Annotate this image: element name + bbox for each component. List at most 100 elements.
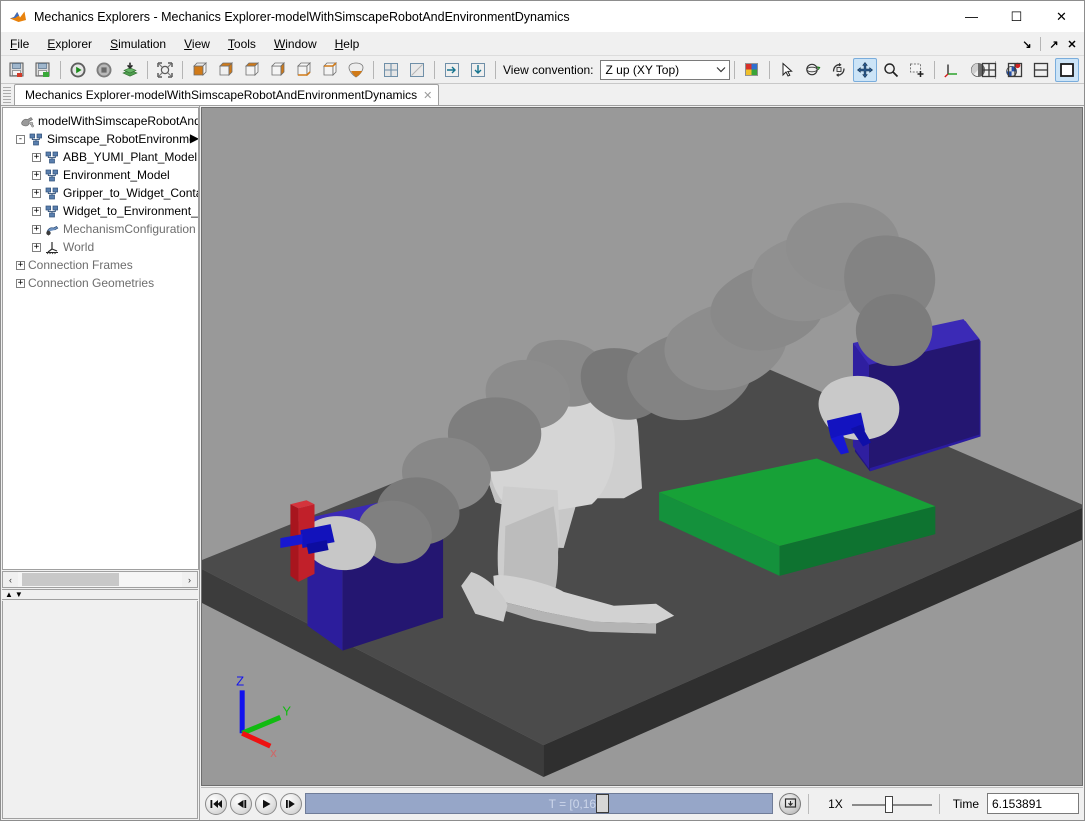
- layout-single-icon[interactable]: [1055, 58, 1079, 82]
- zoom-region-icon[interactable]: [905, 58, 929, 82]
- menu-view[interactable]: View: [175, 34, 219, 54]
- matlab-icon: [9, 8, 27, 26]
- view-front-icon[interactable]: [188, 58, 212, 82]
- properties-panel: [2, 601, 198, 819]
- time-slider[interactable]: T = [0,16]: [305, 793, 773, 814]
- close-icon[interactable]: ✕: [423, 89, 432, 102]
- stop-icon[interactable]: [92, 58, 116, 82]
- tree-expand-toggle[interactable]: +: [30, 223, 43, 236]
- update-diagram-icon[interactable]: [118, 58, 142, 82]
- scroll-right-icon[interactable]: ›: [182, 572, 197, 587]
- add-right-view-icon[interactable]: [440, 58, 464, 82]
- run-icon[interactable]: [66, 58, 90, 82]
- tree-expand-toggle[interactable]: +: [30, 169, 43, 182]
- select-pointer-icon[interactable]: [775, 58, 799, 82]
- toolbar-divider-6: [495, 61, 496, 79]
- tree-collapse-toggle[interactable]: -: [14, 133, 27, 146]
- pan-icon[interactable]: [853, 58, 877, 82]
- splitter-up-icon[interactable]: ▲: [5, 591, 13, 599]
- fit-to-view-icon[interactable]: [153, 58, 177, 82]
- rotate-icon[interactable]: [827, 58, 851, 82]
- mechanics-3d-viewport[interactable]: Z Y x: [201, 107, 1083, 786]
- menu-tools[interactable]: Tools: [219, 34, 265, 54]
- tree-node-world[interactable]: + World: [6, 238, 198, 256]
- tree-node-simscape-robotenvironment[interactable]: - Simscape_RobotEnvironmen: [6, 130, 198, 148]
- tree-expand-toggle[interactable]: +: [14, 259, 27, 272]
- minimize-button[interactable]: —: [949, 1, 994, 32]
- close-button[interactable]: ✕: [1039, 1, 1084, 32]
- time-slider-thumb[interactable]: [596, 794, 609, 813]
- toolbar-divider-9: [934, 61, 935, 79]
- tree-expand-toggle[interactable]: +: [30, 205, 43, 218]
- tree-node-widget-to-environment[interactable]: + Widget_to_Environment_: [6, 202, 198, 220]
- tree-node-mechanismconfiguration[interactable]: + MechanismConfiguration: [6, 220, 198, 238]
- view-left-icon[interactable]: [240, 58, 264, 82]
- view-convention-select[interactable]: Z up (XY Top): [600, 60, 730, 80]
- tree-node-connection-frames[interactable]: + Connection Frames: [6, 256, 198, 274]
- time-input[interactable]: 6.153891: [987, 793, 1079, 814]
- undock-icon[interactable]: ↗: [1046, 34, 1062, 54]
- scroll-left-icon[interactable]: ‹: [3, 572, 18, 587]
- layout-vertical-split-icon[interactable]: [1003, 58, 1027, 82]
- tree-expand-toggle[interactable]: +: [30, 151, 43, 164]
- view-bottom-icon[interactable]: [318, 58, 342, 82]
- tree-expander-glyph: +: [16, 279, 25, 288]
- menu-help[interactable]: Help: [326, 34, 369, 54]
- add-bottom-view-icon[interactable]: [466, 58, 490, 82]
- jump-to-start-button[interactable]: [205, 793, 227, 815]
- color-palette-icon[interactable]: [740, 58, 764, 82]
- tree-node-model[interactable]: modelWithSimscapeRobotAndE: [6, 112, 198, 130]
- tree-overflow-arrow[interactable]: ▶: [191, 132, 198, 144]
- model-tree-panel[interactable]: modelWithSimscapeRobotAndE -: [2, 107, 199, 570]
- scrollbar-thumb[interactable]: [22, 573, 119, 586]
- restore-down-icon[interactable]: ↘: [1019, 34, 1035, 54]
- model-icon: [19, 113, 35, 129]
- tab-mechanics-explorer[interactable]: Mechanics Explorer-modelWithSimscapeRobo…: [14, 84, 439, 105]
- speed-slider[interactable]: [852, 794, 932, 814]
- tabstrip-grip[interactable]: [3, 87, 11, 105]
- tree-expand-toggle[interactable]: +: [14, 277, 27, 290]
- pane-splitter[interactable]: ▲ ▼: [2, 589, 198, 600]
- tree-node-gripper-to-widget-contact[interactable]: + Gripper_to_Widget_Conta: [6, 184, 198, 202]
- scrollbar-track[interactable]: [18, 572, 182, 587]
- save-model-icon[interactable]: [5, 58, 29, 82]
- tree-node-abb-yumi-plant-model[interactable]: + ABB_YUMI_Plant_Model: [6, 148, 198, 166]
- step-back-button[interactable]: [230, 793, 252, 815]
- mechanics-explorer-window: Mechanics Explorers - Mechanics Explorer…: [0, 0, 1085, 821]
- speed-slider-knob[interactable]: [885, 796, 893, 813]
- layout-horizontal-split-icon[interactable]: [1029, 58, 1053, 82]
- playback-bar: T = [0,16] 1X Time 6.153891: [201, 787, 1083, 819]
- window-controls: — ☐ ✕: [949, 1, 1084, 32]
- tree-expand-toggle[interactable]: +: [30, 241, 43, 254]
- tree-expand-toggle[interactable]: +: [30, 187, 43, 200]
- play-button[interactable]: [255, 793, 277, 815]
- tree-node-environment-model[interactable]: + Environment_Model: [6, 166, 198, 184]
- single-pane-icon[interactable]: [405, 58, 429, 82]
- tab-label: Mechanics Explorer-modelWithSimscapeRobo…: [25, 88, 417, 102]
- close-panel-icon[interactable]: ✕: [1064, 34, 1080, 54]
- menu-window[interactable]: Window: [265, 34, 326, 54]
- zoom-icon[interactable]: [879, 58, 903, 82]
- maximize-button[interactable]: ☐: [994, 1, 1039, 32]
- menu-explorer[interactable]: Explorer: [38, 34, 101, 54]
- orbit-icon[interactable]: [801, 58, 825, 82]
- view-top-icon[interactable]: [292, 58, 316, 82]
- axes-triad-icon[interactable]: [940, 58, 964, 82]
- export-model-icon[interactable]: [31, 58, 55, 82]
- tree-node-connection-geometries[interactable]: + Connection Geometries: [6, 274, 198, 292]
- layout-grid-icon[interactable]: [977, 58, 1001, 82]
- view-back-icon[interactable]: [214, 58, 238, 82]
- view-right-icon[interactable]: [266, 58, 290, 82]
- splitter-down-icon[interactable]: ▼: [15, 591, 23, 599]
- left-pane: modelWithSimscapeRobotAndE -: [1, 106, 200, 820]
- tree-node-label: Simscape_RobotEnvironmen: [47, 132, 199, 146]
- camera-snapshot-icon[interactable]: [779, 793, 801, 815]
- menu-simulation-label: imulation: [118, 37, 166, 51]
- menu-file[interactable]: File: [1, 34, 38, 54]
- menu-simulation[interactable]: Simulation: [101, 34, 175, 54]
- step-forward-button[interactable]: [280, 793, 302, 815]
- split-four-icon[interactable]: [379, 58, 403, 82]
- tree-horizontal-scrollbar[interactable]: ‹ ›: [2, 571, 198, 588]
- toolbar-divider-3: [182, 61, 183, 79]
- view-isometric-icon[interactable]: [344, 58, 368, 82]
